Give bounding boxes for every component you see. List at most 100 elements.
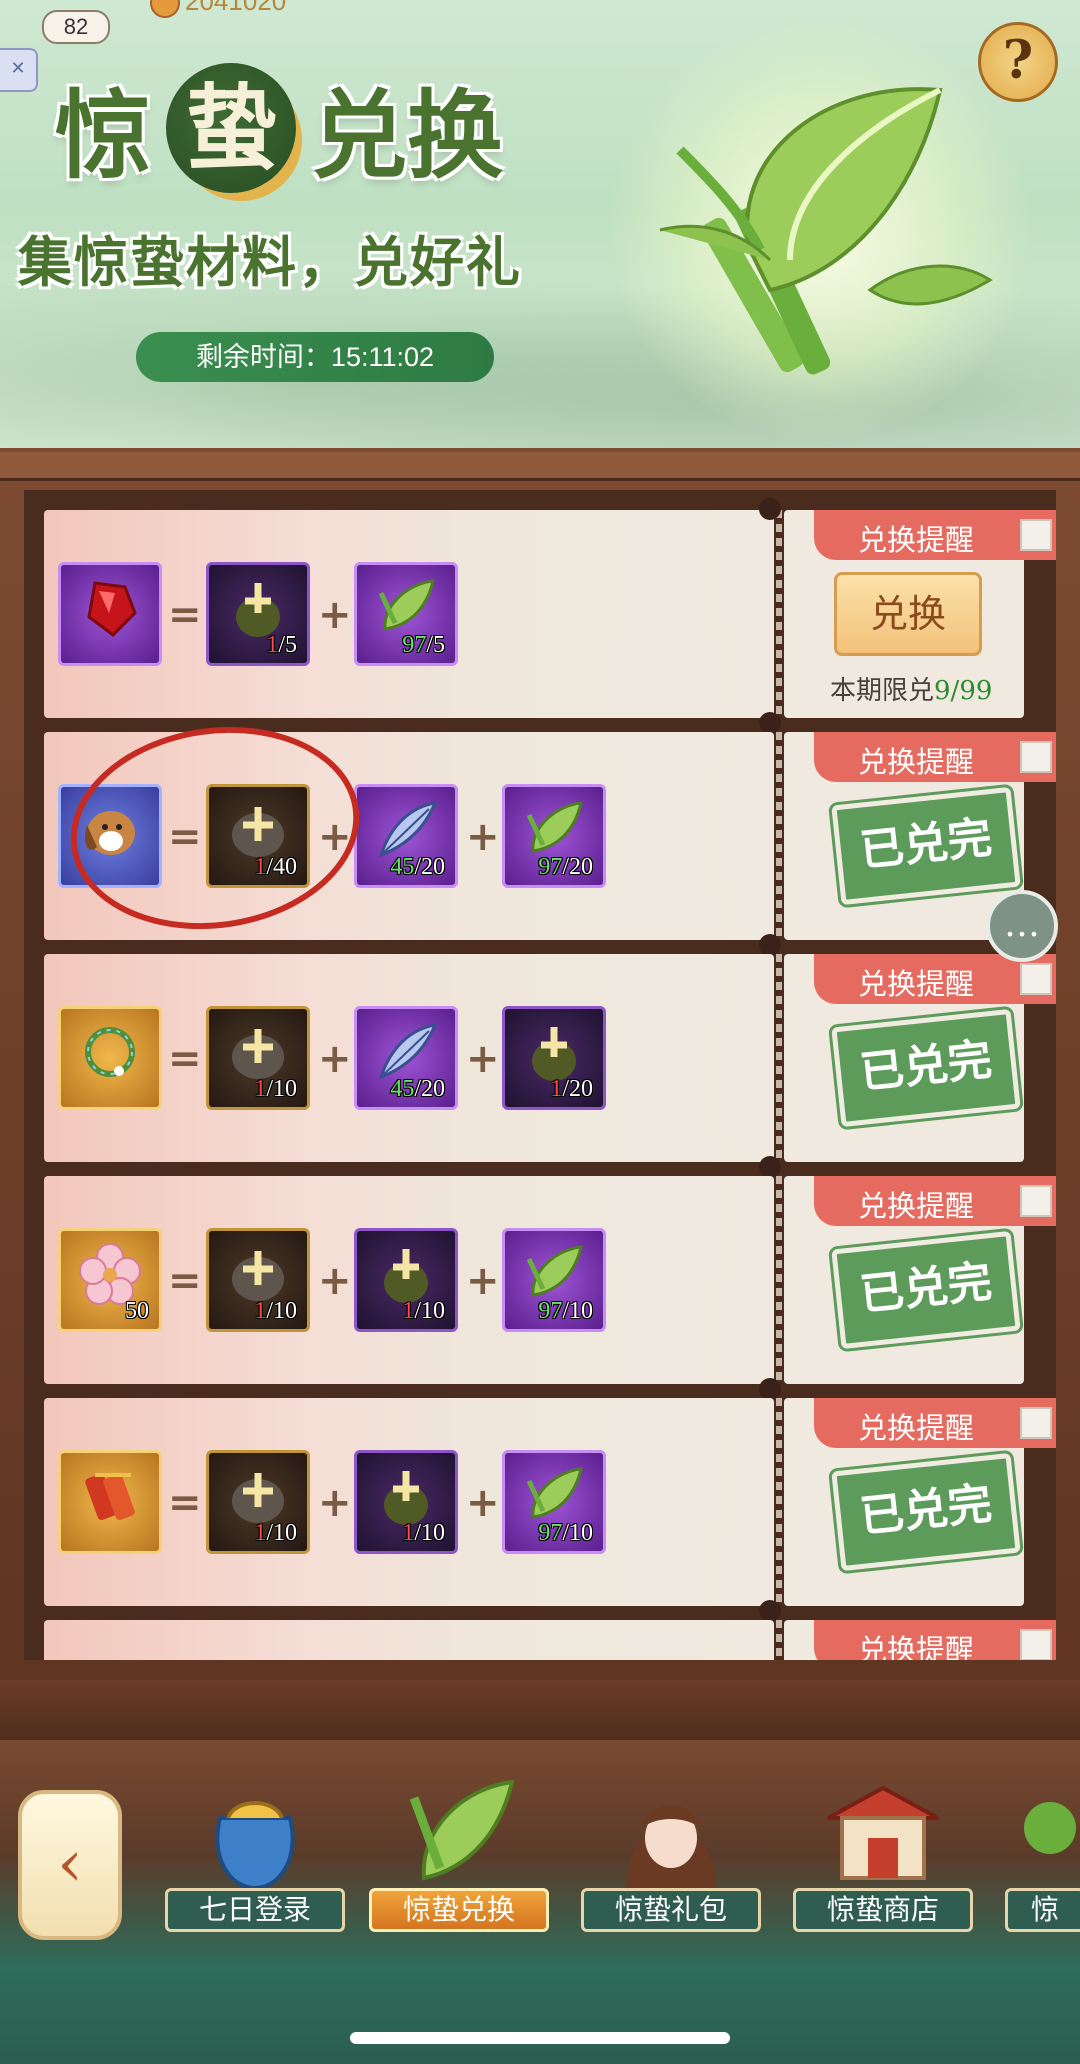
exchange-row: 兑换提醒: [44, 1620, 1056, 1660]
plus-sign: +: [466, 814, 500, 860]
rail-knob: [759, 498, 781, 520]
remaining-time: 剩余时间：15:11:02: [136, 332, 494, 382]
help-button[interactable]: ?: [978, 22, 1058, 102]
nav-item-shop[interactable]: 惊蛰商店: [788, 1768, 978, 1938]
exchange-reminder[interactable]: 兑换提醒: [814, 1398, 1056, 1448]
nav-label: 惊: [1005, 1888, 1080, 1932]
nav-label: 惊蛰兑换: [369, 1888, 549, 1932]
rail-knob: [759, 1156, 781, 1178]
chat-bubble-icon[interactable]: …: [986, 890, 1058, 962]
material-slot[interactable]: 1/10: [354, 1450, 458, 1554]
back-button[interactable]: ‹: [18, 1790, 122, 1940]
plus-sign: +: [466, 1480, 500, 1526]
reward-slot[interactable]: 50: [58, 1228, 162, 1332]
pouch-icon: [185, 1768, 325, 1898]
event-title: 惊 蛰 兑换: [55, 58, 503, 198]
material-slot[interactable]: 97/10: [502, 1450, 606, 1554]
plus-sign: +: [318, 1258, 352, 1304]
reminder-label: 兑换提醒: [858, 523, 975, 557]
material-count: 1/20: [550, 1076, 593, 1102]
reward-slot[interactable]: [58, 1006, 162, 1110]
sold-out-stamp: 已兑完: [828, 1005, 1024, 1131]
coin-icon: [150, 0, 180, 18]
equals-sign: =: [168, 1036, 202, 1082]
exchange-reminder[interactable]: 兑换提醒: [814, 1620, 1056, 1660]
reminder-checkbox[interactable]: [1020, 1629, 1052, 1660]
equals-sign: =: [168, 1480, 202, 1526]
plus-sign: +: [318, 592, 352, 638]
nav-item-gift-pack[interactable]: 惊蛰礼包: [576, 1768, 766, 1938]
close-icon[interactable]: ✕: [0, 48, 38, 92]
rail-knob: [759, 1378, 781, 1400]
material-slot[interactable]: 97/5: [354, 562, 458, 666]
material-count: 45/20: [390, 854, 445, 880]
equals-sign: =: [168, 592, 202, 638]
material-slot[interactable]: 1/5: [206, 562, 310, 666]
material-slot[interactable]: 1/10: [206, 1228, 310, 1332]
title-char-3: 兑换: [311, 79, 504, 192]
reward-slot[interactable]: [58, 1450, 162, 1554]
material-count: 97/10: [538, 1520, 593, 1546]
reward-slot[interactable]: [58, 562, 162, 666]
sold-out-stamp: 已兑完: [828, 1449, 1024, 1575]
board-top-rail: [0, 452, 1080, 481]
material-slot[interactable]: 45/20: [354, 1006, 458, 1110]
red-gem-icon: [61, 573, 159, 658]
material-slot[interactable]: 97/20: [502, 784, 606, 888]
nav-item-exchange[interactable]: 惊蛰兑换: [364, 1768, 554, 1938]
reminder-label: 兑换提醒: [858, 1411, 975, 1445]
rail-knob: [759, 1600, 781, 1622]
material-slot[interactable]: 97/10: [502, 1228, 606, 1332]
profile-bar[interactable]: 82 2041020: [0, 0, 390, 44]
exchange-button[interactable]: 兑换: [834, 572, 982, 656]
sold-out-stamp: 已兑完: [828, 1227, 1024, 1353]
bamboo-shoot-hero-icon: [659, 87, 993, 375]
material-count: 97/20: [538, 854, 593, 880]
nav-item-more[interactable]: 惊: [1000, 1768, 1080, 1938]
event-header: 82 2041020 ✕ 惊 蛰 兑换 集惊蛰材料，兑好礼 剩余时间：15:11…: [0, 0, 1080, 455]
plus-sign: +: [318, 1480, 352, 1526]
level-badge: 82: [42, 10, 110, 44]
exchange-list[interactable]: = 1/5 + 97/5 兑换提醒 兑换 本期限兑9/99 = 1/40 + 4…: [24, 490, 1056, 1660]
reminder-label: 兑换提醒: [858, 1633, 975, 1660]
row-divider: [776, 1176, 782, 1384]
sold-out-stamp: 已兑完: [828, 783, 1024, 909]
material-count: 1/10: [254, 1076, 297, 1102]
plus-sign: +: [466, 1258, 500, 1304]
material-count: 1/10: [402, 1298, 445, 1324]
home-indicator: [350, 2032, 730, 2044]
material-slot[interactable]: 45/20: [354, 784, 458, 888]
material-count: 1/5: [266, 632, 297, 658]
equals-sign: =: [168, 1258, 202, 1304]
material-count: 97/10: [538, 1298, 593, 1324]
rail-knob: [759, 712, 781, 734]
reminder-checkbox[interactable]: [1020, 741, 1052, 773]
reminder-checkbox[interactable]: [1020, 519, 1052, 551]
material-slot[interactable]: 1/10: [354, 1228, 458, 1332]
material-count: 1/10: [254, 1520, 297, 1546]
exchange-limit: 本期限兑9/99: [830, 676, 993, 706]
character-portrait-icon: [601, 1768, 741, 1898]
material-count: 1/10: [254, 1298, 297, 1324]
material-count: 45/20: [390, 1076, 445, 1102]
material-slot[interactable]: 1/20: [502, 1006, 606, 1110]
plus-sign: +: [466, 1036, 500, 1082]
nav-item-seven-day-login[interactable]: 七日登录: [160, 1768, 350, 1938]
nav-label: 惊蛰商店: [793, 1888, 973, 1932]
material-slot[interactable]: 1/10: [206, 1006, 310, 1110]
reminder-label: 兑换提醒: [858, 1189, 975, 1223]
exchange-row: = 1/5 + 97/5 兑换提醒 兑换 本期限兑9/99: [44, 510, 1056, 718]
material-slot[interactable]: 1/10: [206, 1450, 310, 1554]
exchange-reminder[interactable]: 兑换提醒: [814, 1176, 1056, 1226]
row-divider: [776, 732, 782, 940]
nav-label: 惊蛰礼包: [581, 1888, 761, 1932]
reminder-checkbox[interactable]: [1020, 1407, 1052, 1439]
reminder-checkbox[interactable]: [1020, 963, 1052, 995]
reminder-checkbox[interactable]: [1020, 1185, 1052, 1217]
title-char-1: 惊: [55, 79, 151, 192]
material-count: 97/5: [402, 632, 445, 658]
exchange-reminder[interactable]: 兑换提醒: [814, 732, 1056, 782]
material-count: 1/10: [402, 1520, 445, 1546]
exchange-reminder[interactable]: 兑换提醒: [814, 510, 1056, 560]
exchange-row: = 1/10 + 45/20 + 1/20 兑换提醒 已兑完: [44, 954, 1056, 1162]
